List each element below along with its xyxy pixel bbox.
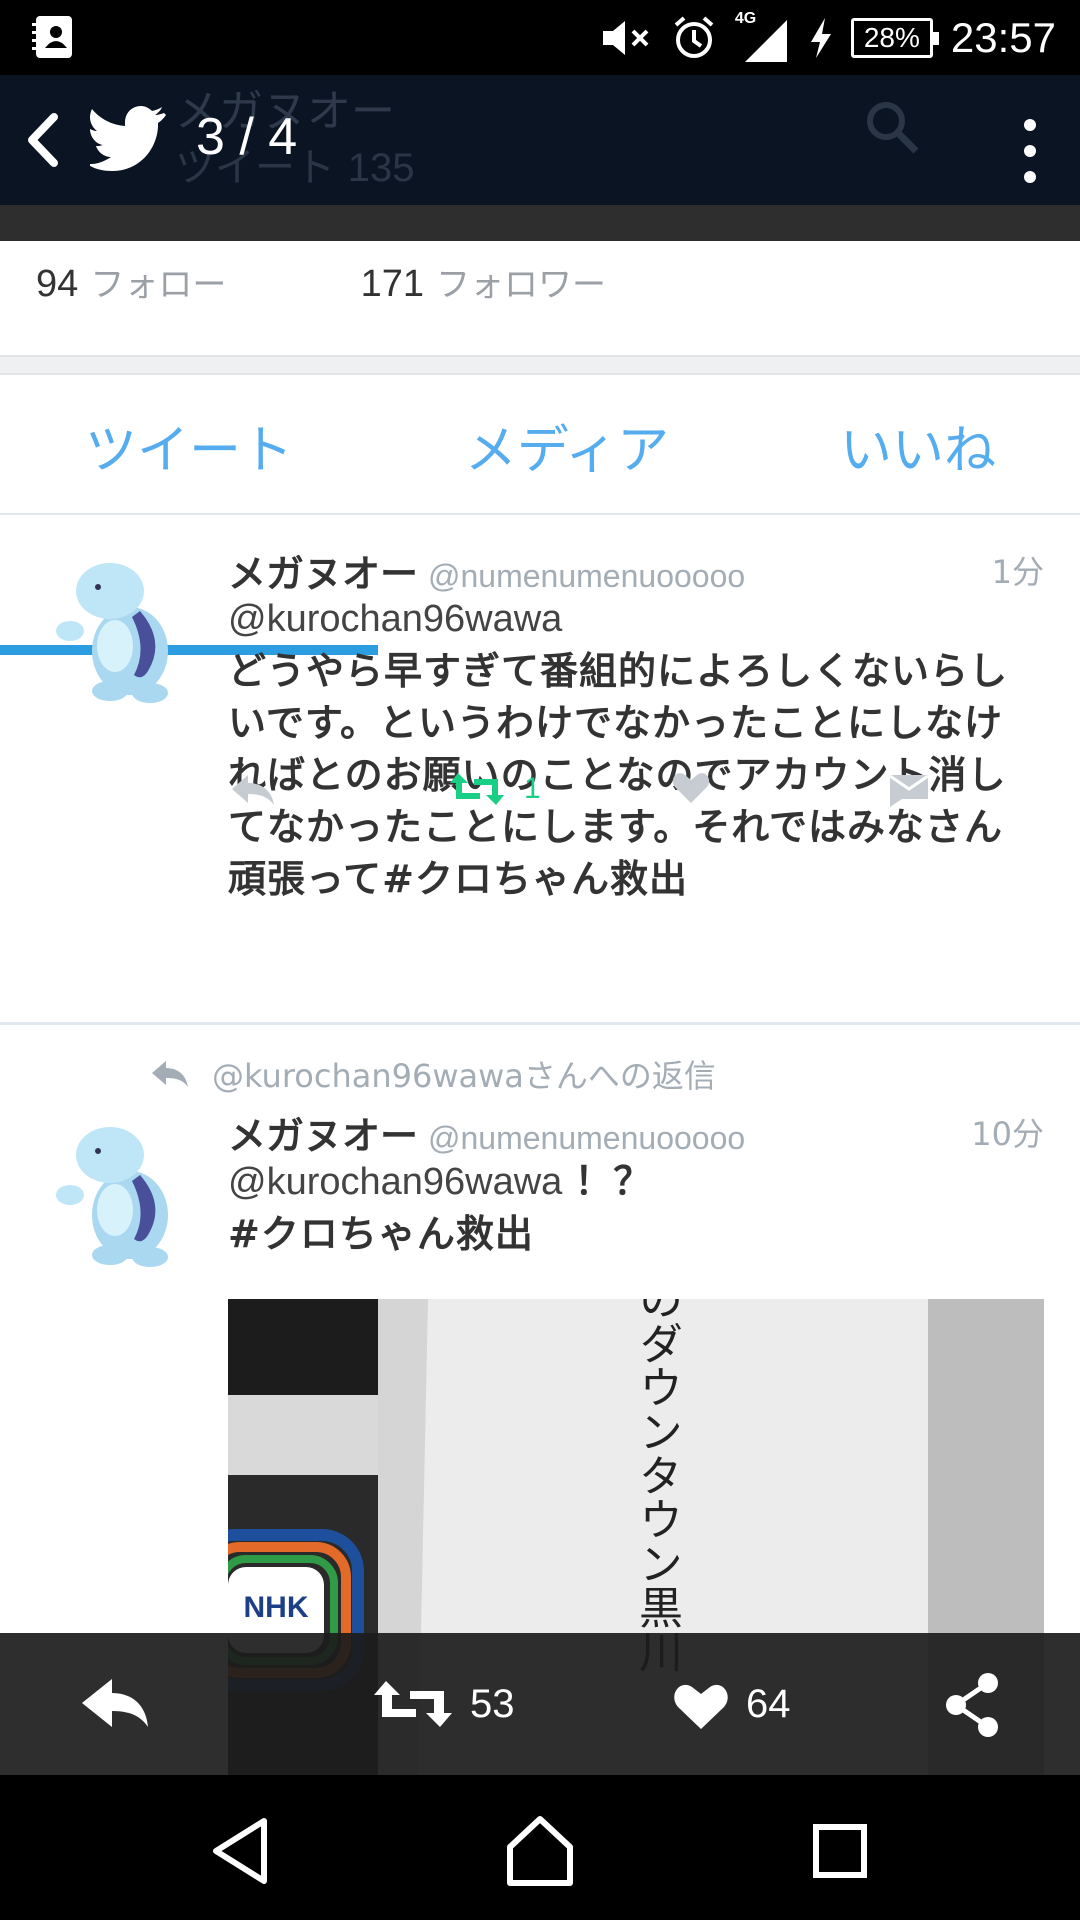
tweet-header: メガヌオー @numenumenuooooo (228, 1105, 745, 1160)
charging-icon (810, 17, 831, 58)
heart-icon (674, 1684, 728, 1729)
twitter-bird-icon (90, 106, 166, 171)
reply-context-icon (152, 1061, 188, 1087)
signal-icon: 4G (735, 10, 791, 66)
clock: 23:57 (950, 13, 1056, 61)
like-icon[interactable] (671, 759, 711, 819)
reply-mention[interactable]: @kurochan96wawa (228, 593, 1028, 645)
battery-level: 28% (863, 21, 920, 53)
tweet-1-actions: 1 (228, 759, 968, 819)
section-separator (0, 355, 1080, 375)
following-label: フォロー (90, 265, 227, 305)
user-handle[interactable]: @numenumenuooooo (428, 558, 745, 594)
retweet-button[interactable]: 1 (448, 759, 541, 819)
tweet-time: 10分 (971, 1115, 1044, 1153)
viewer-action-bar: 53 64 (0, 1633, 1080, 1775)
contacts-icon (32, 16, 72, 58)
retweet-count-bottom: 53 (470, 1681, 515, 1726)
recents-nav-icon[interactable] (800, 1811, 880, 1891)
nhk-logo-text: NHK (243, 1591, 309, 1624)
viewer-toolbar: メガヌオー ツイート 135 3 / 4 (0, 75, 1080, 205)
retweet-icon (374, 1681, 452, 1727)
display-name[interactable]: メガヌオー (228, 1114, 418, 1158)
background-search-icon (867, 102, 919, 154)
toolbar-shadow (0, 205, 1080, 241)
retweet-count: 1 (524, 772, 541, 805)
screenshot-content: 94 フォロー 171 フォロワー ツイート メディア いいね メガヌオー @nu… (0, 241, 1080, 1775)
tweet-time: 1分 (991, 553, 1044, 591)
image-counter: 3 / 4 (196, 108, 298, 166)
like-button-bottom[interactable]: 64 (672, 1633, 791, 1775)
more-options-button[interactable] (1010, 119, 1050, 205)
envelope-text: のダウンタウン黒川 (631, 1299, 682, 1673)
mute-icon (602, 20, 649, 55)
reply-context-text[interactable]: @kurochan96wawaさんへの返信 (212, 1051, 716, 1097)
reply-context: @kurochan96wawaさんへの返信 (150, 1051, 716, 1097)
more-dot-icon (1024, 171, 1036, 183)
tweet-text: @kurochan96wawa どうやら早すぎて番組的によろしくないらしいです。… (228, 593, 1028, 905)
profile-tabs: ツイート メディア いいね (0, 375, 1080, 655)
battery-icon: 28% (850, 17, 939, 58)
tweet-text: @kurochan96wawa ！？ #クロちゃん救出 (228, 1155, 1028, 1260)
following-count: 94 (36, 263, 79, 305)
like-count-bottom: 64 (746, 1681, 791, 1726)
avatar[interactable] (40, 551, 190, 711)
status-bar: 4G 28% 23:57 (0, 0, 1080, 75)
alarm-icon (674, 15, 714, 58)
home-nav-icon[interactable] (500, 1811, 580, 1891)
user-handle[interactable]: @numenumenuooooo (428, 1120, 745, 1156)
tab-media[interactable]: メディア (378, 375, 756, 515)
retweet-button-bottom[interactable]: 53 (372, 1633, 515, 1775)
follow-stats: 94 フォロー 171 フォロワー (36, 257, 606, 306)
tweet-header: メガヌオー @numenumenuooooo (228, 543, 745, 598)
tab-likes[interactable]: いいね (756, 375, 1080, 515)
mention-suffix: ！？ (574, 1159, 653, 1203)
followers-count: 171 (360, 263, 424, 305)
system-navigation-bar (0, 1775, 1080, 1920)
reply-button[interactable] (78, 1633, 150, 1775)
reply-mention[interactable]: @kurochan96wawa (228, 1161, 562, 1203)
background-tweets-count: 135 (347, 146, 415, 190)
tab-tweets[interactable]: ツイート (0, 375, 378, 515)
more-dot-icon (1024, 145, 1036, 157)
more-dot-icon (1024, 119, 1036, 131)
hashtag[interactable]: #クロちゃん救出 (228, 1208, 1028, 1260)
direct-message-icon[interactable] (888, 759, 930, 819)
reply-icon[interactable] (228, 759, 276, 819)
share-icon[interactable] (942, 1633, 1002, 1775)
back-nav-icon[interactable] (202, 1811, 282, 1891)
retweet-icon (450, 773, 504, 805)
avatar[interactable] (40, 1115, 190, 1275)
back-button[interactable] (14, 105, 74, 175)
followers-label: フォロワー (436, 265, 607, 305)
display-name[interactable]: メガヌオー (228, 552, 418, 596)
